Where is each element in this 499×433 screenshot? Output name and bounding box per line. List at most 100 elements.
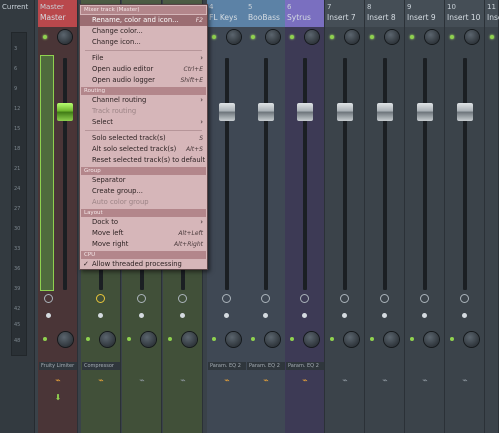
stereo-dot[interactable] <box>263 313 268 318</box>
stereo-dot[interactable] <box>139 313 144 318</box>
volume-knob[interactable] <box>345 30 359 44</box>
menu-item-move-right[interactable]: Move right Alt+Right <box>80 239 207 250</box>
mixer-strip-8[interactable]: 8 Insert 8 ⌁ <box>365 0 405 433</box>
strip-header[interactable]: 7 Insert 7 <box>325 0 364 27</box>
volume-fader[interactable] <box>457 103 473 121</box>
pan-knob[interactable] <box>100 332 115 347</box>
strip-header[interactable]: 5 BooBass <box>246 0 285 27</box>
stereo-dot[interactable] <box>342 313 347 318</box>
send-arrow-icon[interactable]: ⌁ <box>262 376 270 386</box>
pan-knob[interactable] <box>141 332 156 347</box>
volume-knob[interactable] <box>266 30 280 44</box>
latency-icon[interactable] <box>44 294 53 303</box>
input-led[interactable] <box>330 337 334 341</box>
strip-header[interactable]: 6 Sytrus <box>285 0 324 27</box>
menu-item-dock-to[interactable]: Dock to › <box>80 217 207 228</box>
strip-header[interactable]: 11 Insert 11 <box>485 0 499 27</box>
menu-item-select[interactable]: Select › <box>80 117 207 128</box>
stereo-dot[interactable] <box>382 313 387 318</box>
latency-icon[interactable] <box>137 294 146 303</box>
strip-header[interactable]: 9 Insert 9 <box>405 0 444 27</box>
effect-slot[interactable]: Param. EQ 2 <box>208 362 246 370</box>
route-arrow-icon[interactable]: ⬇ <box>54 393 62 403</box>
menu-item-open-audio-logger[interactable]: Open audio logger Shift+E <box>80 75 207 86</box>
input-led[interactable] <box>251 337 255 341</box>
send-arrow-icon[interactable]: ⌁ <box>381 376 389 386</box>
track-enable-led[interactable] <box>251 35 255 39</box>
send-arrow-icon[interactable]: ⌁ <box>223 376 231 386</box>
strip-header[interactable]: 8 Insert 8 <box>365 0 404 27</box>
send-arrow-icon[interactable]: ⌁ <box>179 376 187 386</box>
menu-item-rename[interactable]: Rename, color and icon... F2 <box>80 15 207 26</box>
input-led[interactable] <box>450 337 454 341</box>
stereo-dot[interactable] <box>98 313 103 318</box>
latency-icon[interactable] <box>300 294 309 303</box>
mixer-strip-11[interactable]: 11 Insert 11 <box>485 0 499 433</box>
pan-knob[interactable] <box>58 332 73 347</box>
latency-icon[interactable] <box>340 294 349 303</box>
menu-item-solo-selected[interactable]: Solo selected track(s) S <box>80 133 207 144</box>
menu-item-allow-threaded[interactable]: ✓ Allow threaded processing <box>80 259 207 270</box>
pan-knob[interactable] <box>464 332 479 347</box>
track-enable-led[interactable] <box>490 35 494 39</box>
pan-knob[interactable] <box>304 332 319 347</box>
stereo-dot[interactable] <box>462 313 467 318</box>
effect-slot[interactable]: Param. EQ 2 <box>286 362 324 370</box>
menu-item-create-group[interactable]: Create group... <box>80 186 207 197</box>
input-led[interactable] <box>43 337 47 341</box>
mixer-strip-5[interactable]: 5 BooBass Param. EQ 2 ⌁ <box>246 0 286 433</box>
mixer-strip-6[interactable]: 6 Sytrus Param. EQ 2 ⌁ <box>285 0 325 433</box>
menu-item-channel-routing[interactable]: Channel routing › <box>80 95 207 106</box>
mixer-strip-10[interactable]: 10 Insert 10 ⌁ <box>445 0 485 433</box>
effect-slot[interactable]: Fruity Limiter <box>39 362 77 370</box>
track-enable-led[interactable] <box>290 35 294 39</box>
pan-knob[interactable] <box>226 332 241 347</box>
volume-fader[interactable] <box>297 103 313 121</box>
volume-fader[interactable] <box>57 103 73 121</box>
send-arrow-icon[interactable]: ⌁ <box>301 376 309 386</box>
send-arrow-icon[interactable]: ⌁ <box>138 376 146 386</box>
menu-item-separator[interactable]: Separator <box>80 175 207 186</box>
pan-knob[interactable] <box>182 332 197 347</box>
send-arrow-icon[interactable]: ⌁ <box>54 376 62 386</box>
volume-fader[interactable] <box>417 103 433 121</box>
volume-fader[interactable] <box>219 103 235 121</box>
pan-knob[interactable] <box>265 332 280 347</box>
strip-header[interactable]: 10 Insert 10 <box>445 0 484 27</box>
input-led[interactable] <box>127 337 131 341</box>
input-led[interactable] <box>212 337 216 341</box>
stereo-dot[interactable] <box>422 313 427 318</box>
latency-icon[interactable] <box>222 294 231 303</box>
strip-header[interactable]: 4 FL Keys <box>207 0 246 27</box>
menu-item-file[interactable]: File › <box>80 53 207 64</box>
menu-item-move-left[interactable]: Move left Alt+Left <box>80 228 207 239</box>
stereo-dot[interactable] <box>180 313 185 318</box>
track-enable-led[interactable] <box>330 35 334 39</box>
latency-icon[interactable] <box>460 294 469 303</box>
send-arrow-icon[interactable]: ⌁ <box>461 376 469 386</box>
latency-icon[interactable] <box>96 294 105 303</box>
track-enable-led[interactable] <box>212 35 216 39</box>
send-arrow-icon[interactable]: ⌁ <box>421 376 429 386</box>
volume-knob[interactable] <box>305 30 319 44</box>
menu-item-change-icon[interactable]: Change icon... <box>80 37 207 48</box>
latency-icon[interactable] <box>261 294 270 303</box>
input-led[interactable] <box>168 337 172 341</box>
volume-knob[interactable] <box>227 30 241 44</box>
effect-slot[interactable]: Param. EQ 2 <box>247 362 285 370</box>
latency-icon[interactable] <box>380 294 389 303</box>
stereo-dot[interactable] <box>224 313 229 318</box>
pan-knob[interactable] <box>344 332 359 347</box>
pan-knob[interactable] <box>424 332 439 347</box>
effect-slot[interactable]: Compressor <box>82 362 120 370</box>
menu-item-open-audio-editor[interactable]: Open audio editor Ctrl+E <box>80 64 207 75</box>
input-led[interactable] <box>370 337 374 341</box>
mixer-strip-master[interactable]: Master Master Fruity Limiter ⌁ ⬇ <box>38 0 78 433</box>
strip-header[interactable]: Master Master <box>38 0 77 27</box>
send-arrow-icon[interactable]: ⌁ <box>97 376 105 386</box>
menu-item-change-color[interactable]: Change color... <box>80 26 207 37</box>
track-enable-led[interactable] <box>370 35 374 39</box>
volume-fader[interactable] <box>337 103 353 121</box>
track-enable-led[interactable] <box>410 35 414 39</box>
input-led[interactable] <box>290 337 294 341</box>
